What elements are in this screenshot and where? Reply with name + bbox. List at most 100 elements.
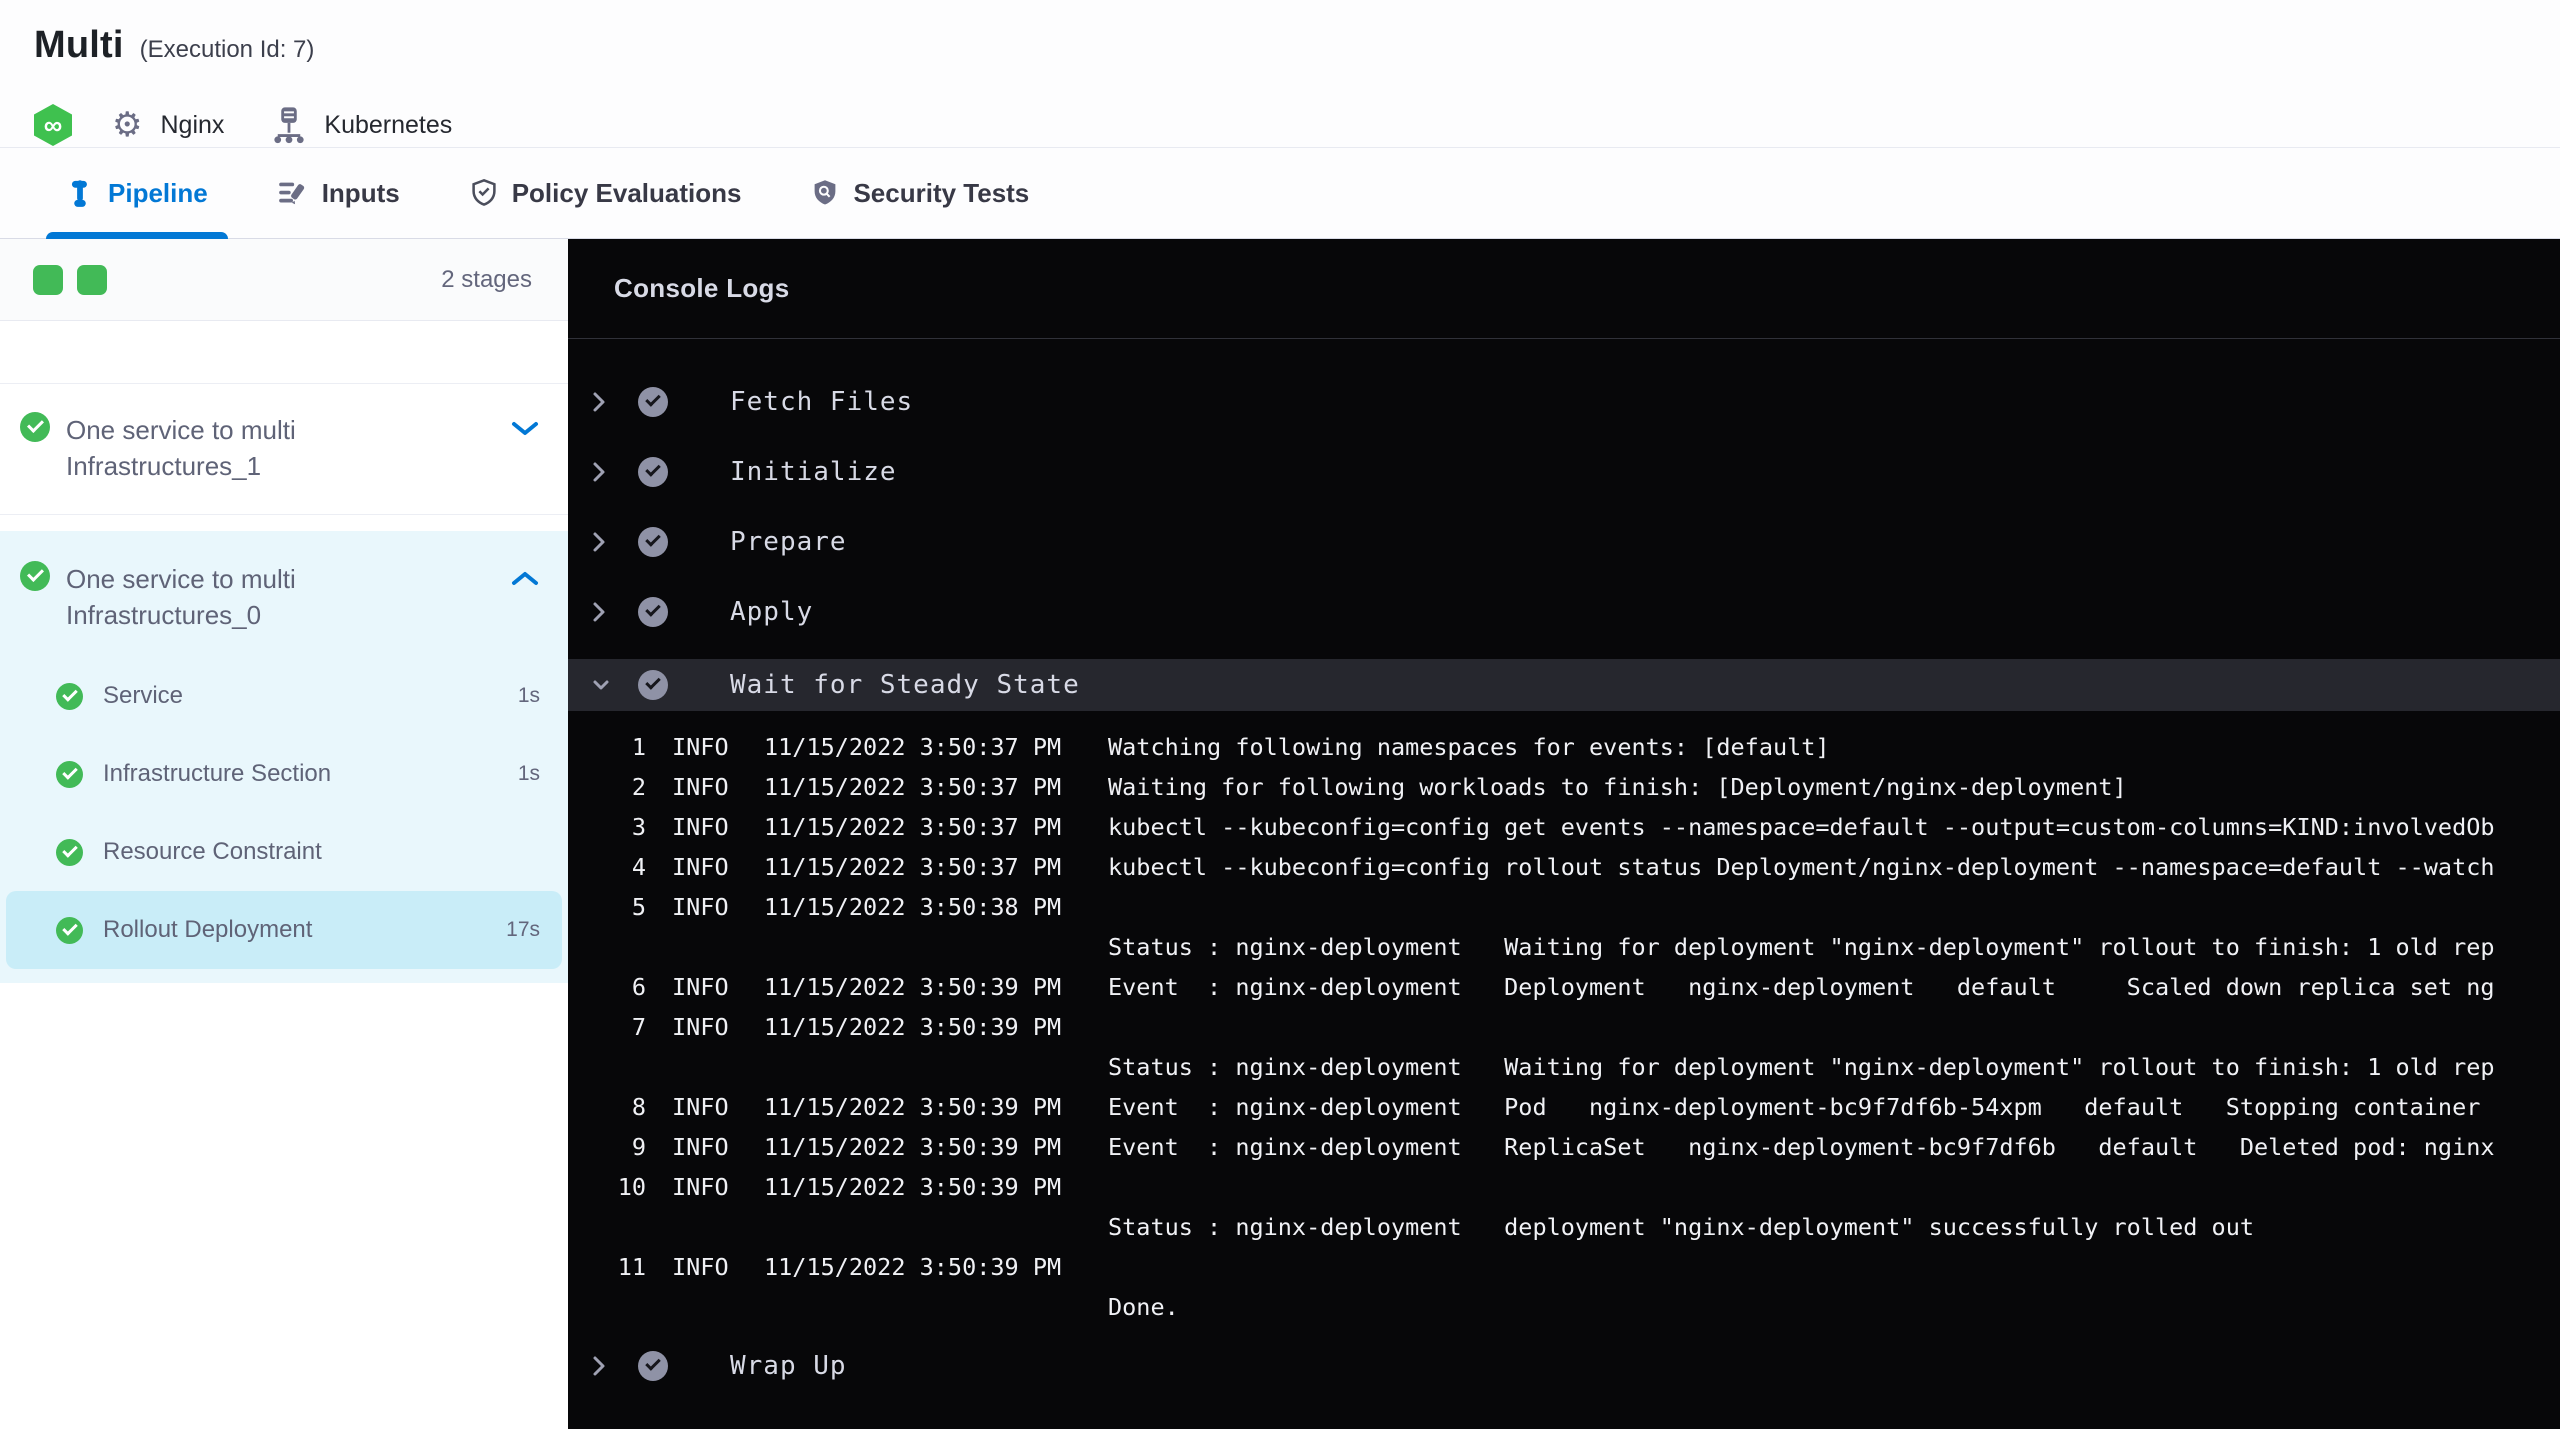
service-label: Nginx [160,110,225,139]
console-step-wrap-up[interactable]: Wrap Up [568,1331,2560,1401]
log-message: Event : nginx-deployment Pod nginx-deplo… [1108,1093,2495,1121]
log-message: Watching following namespaces for events… [1108,733,1830,761]
console-step-fetch-files[interactable]: Fetch Files [568,367,2560,437]
step-name: Rollout Deployment [103,916,313,943]
log-line: Status : nginx-deployment deployment "ng… [568,1207,2560,1247]
success-icon [56,838,83,866]
log-line: 7 INFO 11/15/2022 3:50:39 PM [568,1007,2560,1047]
log-level: INFO [672,973,729,1001]
log-timestamp: 11/15/2022 3:50:37 PM [764,853,1062,881]
meta-row: ∞ ⚙ Nginx Kubernetes [34,103,2560,147]
chevron-right-icon [592,461,610,483]
infra-label: Kubernetes [324,110,453,139]
log-message: Status : nginx-deployment Waiting for de… [1108,933,2495,961]
stage-status-square[interactable] [33,264,63,295]
log-message: Waiting for following workloads to finis… [1108,773,2127,801]
log-level: INFO [672,733,729,761]
stage-step[interactable]: Infrastructure Section 1s [0,735,568,813]
tab-policy-evaluations[interactable]: Policy Evaluations [464,148,748,238]
log-line-number: 3 [631,813,646,841]
log-line-number: 6 [631,973,646,1001]
console-title: Console Logs [614,273,790,303]
stage-step[interactable]: Service 1s [0,657,568,735]
tab-security-tests[interactable]: Security Tests [805,148,1035,238]
stages-count: 2 stages [441,265,532,293]
stage-step-list: Service 1s Infrastructure Section 1s Resourc… [0,647,568,983]
log-level: INFO [672,1133,729,1161]
log-level: INFO [672,893,729,921]
step-name: Infrastructure Section [103,760,332,787]
stages-summary-bar: 2 stages [0,239,568,321]
tab-pipeline[interactable]: Pipeline [46,148,228,239]
log-line: 6 INFO 11/15/2022 3:50:39 PM Event : nginx-… [568,967,2560,1007]
log-line-number: 2 [631,773,646,801]
log-line: 5 INFO 11/15/2022 3:50:38 PM [568,887,2560,927]
stage-card-infrastructures-1[interactable]: One service to multi Infrastructures_1 [0,383,568,515]
log-line: 8 INFO 11/15/2022 3:50:39 PM Event : nginx-… [568,1087,2560,1127]
log-timestamp: 11/15/2022 3:50:39 PM [764,1173,1062,1201]
log-message: kubectl --kubeconfig=config get events -… [1108,813,2495,841]
log-line: 3 INFO 11/15/2022 3:50:37 PM kubectl --kube… [568,807,2560,847]
log-timestamp: 11/15/2022 3:50:39 PM [764,1133,1062,1161]
log-level: INFO [672,1253,729,1281]
stage-step[interactable]: Rollout Deployment 17s [6,891,562,969]
success-icon [638,597,668,627]
log-line-number: 9 [631,1133,646,1161]
shield-scan-icon [811,178,839,208]
log-timestamp: 11/15/2022 3:50:39 PM [764,1013,1062,1041]
console-step-initialize[interactable]: Initialize [568,437,2560,507]
chevron-right-icon [592,391,610,413]
stage-header[interactable]: One service to multi Infrastructures_0 [0,531,568,647]
inputs-icon [278,179,308,207]
chevron-up-icon[interactable] [510,569,540,592]
stage-name: One service to multi Infrastructures_1 [66,415,296,481]
success-icon [638,527,668,557]
log-message: Done. [1108,1293,1179,1321]
stage-status-square[interactable] [77,264,107,295]
log-level: INFO [672,773,729,801]
log-line-number: 5 [631,893,646,921]
tab-inputs[interactable]: Inputs [272,148,406,238]
success-icon [56,682,83,710]
step-name: Resource Constraint [103,838,322,865]
content: 2 stages One service to multi Infrastruc… [0,239,2560,1429]
chevron-right-icon [592,1355,610,1377]
log-timestamp: 11/15/2022 3:50:37 PM [764,773,1062,801]
execution-sidebar: 2 stages One service to multi Infrastruc… [0,239,568,1429]
log-line-number: 10 [617,1173,646,1201]
log-message: Status : nginx-deployment deployment "ng… [1108,1213,2255,1241]
log-message: Event : nginx-deployment Deployment ngin… [1108,973,2495,1001]
console-body: Fetch Files Initialize Prepare Apply Wai… [568,339,2560,1401]
success-icon [638,387,668,417]
log-timestamp: 11/15/2022 3:50:37 PM [764,733,1062,761]
success-icon [638,1351,668,1381]
execution-id: (Execution Id: 7) [139,36,315,63]
log-timestamp: 11/15/2022 3:50:39 PM [764,1093,1062,1121]
log-message: Event : nginx-deployment ReplicaSet ngin… [1108,1133,2495,1161]
log-level: INFO [672,1173,729,1201]
stage-card-infrastructures-0: One service to multi Infrastructures_0 S… [0,531,568,983]
console-step-prepare[interactable]: Prepare [568,507,2560,577]
log-line: 4 INFO 11/15/2022 3:50:37 PM kubectl --kube… [568,847,2560,887]
log-line: Status : nginx-deployment Waiting for de… [568,1047,2560,1087]
page-header: Multi (Execution Id: 7) ∞ ⚙ Nginx Kubern… [0,0,2560,147]
success-icon [20,412,50,442]
log-line: 9 INFO 11/15/2022 3:50:39 PM Event : nginx-… [568,1127,2560,1167]
success-icon [56,760,83,788]
stage-name: One service to multi Infrastructures_0 [66,564,296,630]
log-timestamp: 11/15/2022 3:50:39 PM [764,1253,1062,1281]
harness-cd-icon: ∞ [34,104,72,146]
stage-step[interactable]: Resource Constraint [0,813,568,891]
log-level: INFO [672,853,729,881]
console-step-apply[interactable]: Apply [568,577,2560,647]
infrastructure-icon [272,106,306,144]
success-icon [20,561,50,591]
chevron-down-icon[interactable] [510,420,540,443]
log-line-number: 11 [617,1253,646,1281]
console-step-wait-for-steady-state[interactable]: Wait for Steady State [568,659,2560,711]
step-duration: 1s [517,762,540,785]
log-level: INFO [672,1093,729,1121]
log-message: kubectl --kubeconfig=config rollout stat… [1108,853,2495,881]
log-timestamp: 11/15/2022 3:50:38 PM [764,893,1062,921]
chevron-right-icon [592,601,610,623]
